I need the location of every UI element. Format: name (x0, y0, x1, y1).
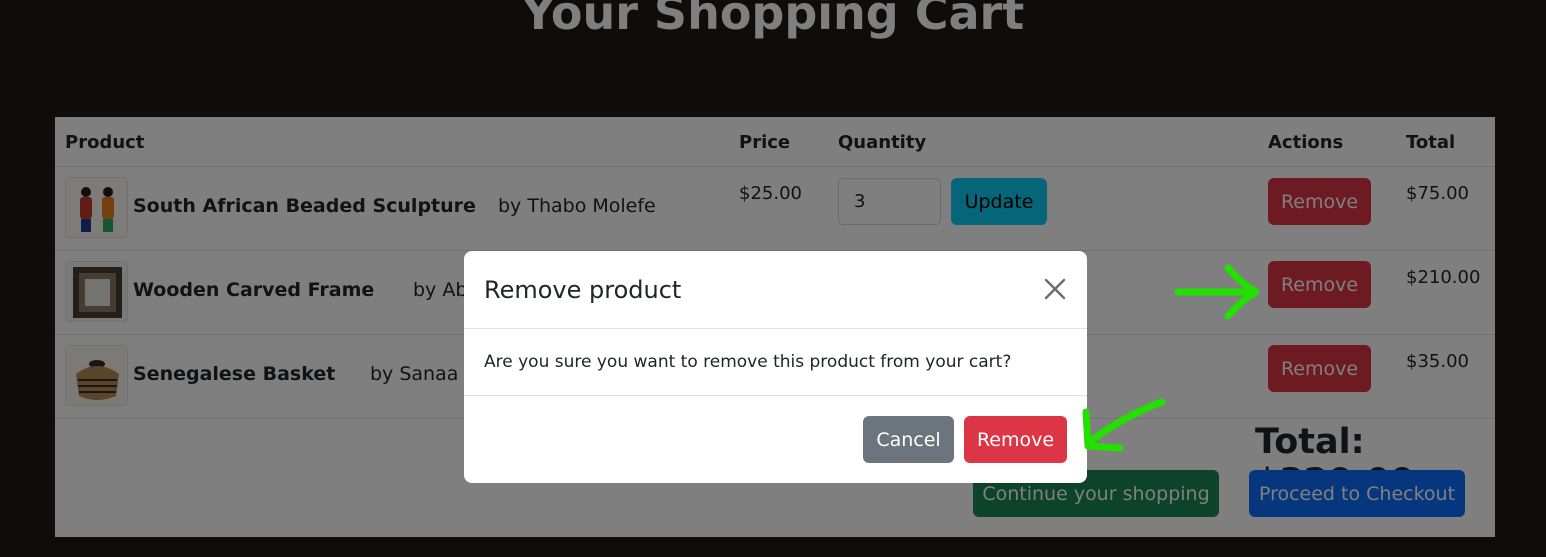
annotation-arrow-icon (1174, 264, 1260, 320)
confirm-remove-button[interactable]: Remove (964, 416, 1067, 463)
remove-product-dialog: Remove product Are you sure you want to … (464, 251, 1087, 483)
close-button[interactable] (1041, 275, 1069, 303)
dialog-message: Are you sure you want to remove this pro… (484, 352, 1012, 372)
annotation-arrow-icon (1082, 398, 1166, 452)
close-icon (1044, 278, 1066, 300)
dialog-header: Remove product (464, 251, 1087, 329)
cancel-button[interactable]: Cancel (863, 416, 954, 463)
dialog-title: Remove product (484, 276, 682, 304)
dialog-body: Are you sure you want to remove this pro… (464, 329, 1087, 396)
